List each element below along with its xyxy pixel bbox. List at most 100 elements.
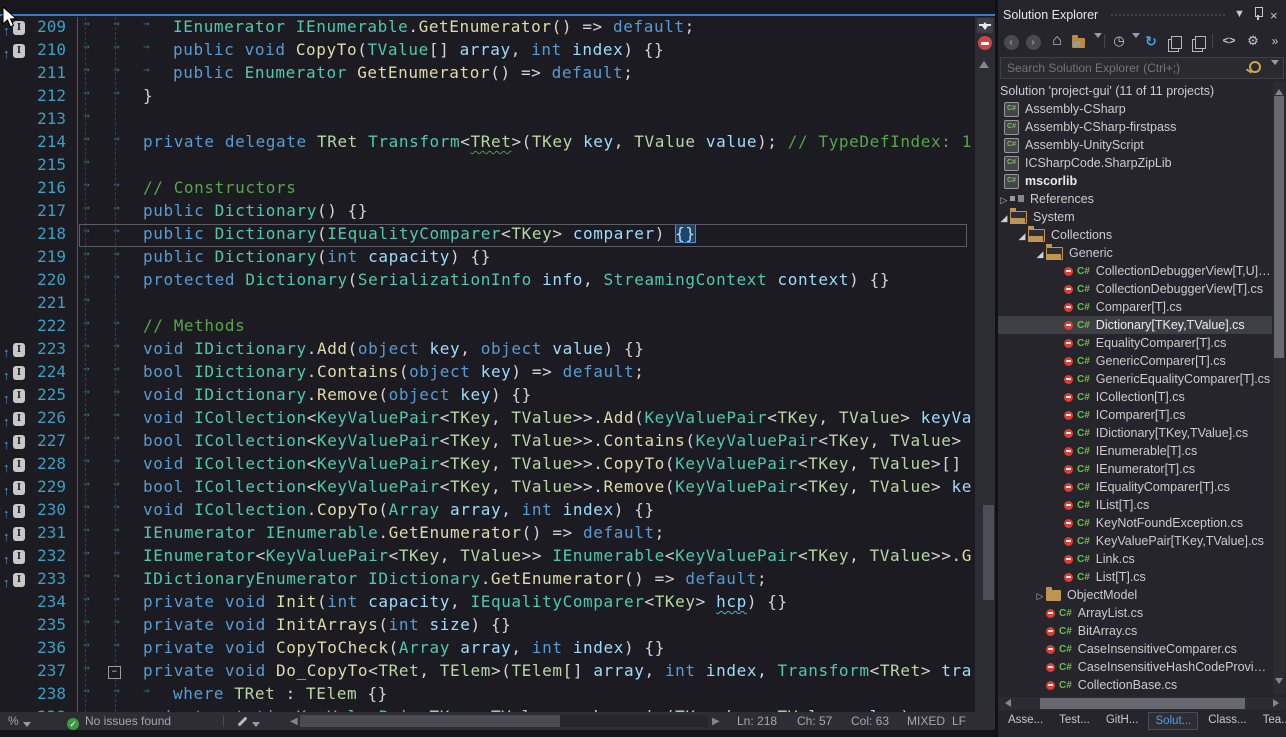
code-line[interactable]: ↑I223→→void IDictionary.Add(object key, … — [0, 339, 975, 362]
override-indicator-icon[interactable]: ↑I — [0, 40, 30, 63]
hscroll-right-button[interactable]: ▶ — [712, 713, 720, 731]
vertical-scrollbar-thumb[interactable] — [983, 505, 994, 600]
override-indicator-icon[interactable]: ↑I — [0, 500, 30, 523]
override-indicator-icon[interactable]: ↑I — [0, 569, 30, 592]
override-indicator-icon[interactable]: ↑I — [0, 339, 30, 362]
tree-scroll-down-icon[interactable] — [1275, 678, 1283, 688]
tree-item-dictionary-tkey-tvalue-cs[interactable]: C#Dictionary[TKey,TValue].cs — [998, 316, 1272, 334]
panel-tab-asse[interactable]: Asse... — [1002, 712, 1049, 730]
forward-button[interactable]: › — [1024, 32, 1042, 50]
tree-item-comparer-t-cs[interactable]: C#Comparer[T].cs — [998, 298, 1272, 316]
tree-item-solution-project-gui-11-of-11-projects-[interactable]: Solution 'project-gui' (11 of 11 project… — [998, 82, 1272, 100]
collapse-all-button[interactable] — [1165, 32, 1183, 50]
code-line[interactable]: ↑I233→→IDictionaryEnumerator IDictionary… — [0, 569, 975, 592]
panel-tab-solut[interactable]: Solut... — [1148, 712, 1198, 730]
code-line[interactable]: ↑I228→→void ICollection<KeyValuePair<TKe… — [0, 454, 975, 477]
back-button[interactable]: ‹ — [1002, 32, 1020, 50]
tree-item-collectiondebuggerview-t-u-cs[interactable]: C#CollectionDebuggerView[T,U].cs — [998, 262, 1272, 280]
panel-tab-test[interactable]: Test... — [1053, 712, 1096, 730]
tree-item-keynotfoundexception-cs[interactable]: C#KeyNotFoundException.cs — [998, 514, 1272, 532]
code-line[interactable]: −237→→private void Do_CopyTo<TRet, TElem… — [0, 661, 975, 684]
tree-item-assembly-unityscript[interactable]: C#Assembly-UnityScript — [998, 136, 1272, 154]
tree-horizontal-scrollbar[interactable] — [998, 697, 1286, 710]
code-editor[interactable]: ↑I209→→→IEnumerator IEnumerable.GetEnume… — [0, 0, 995, 712]
pending-changes-filter-button[interactable]: ◷ — [1110, 32, 1128, 50]
search-options-caret-icon[interactable] — [1271, 60, 1279, 69]
code-cleanup-control[interactable] — [237, 712, 260, 730]
tree-item-keyvaluepair-tkey-tvalue-cs[interactable]: C#KeyValuePair[TKey,TValue].cs — [998, 532, 1272, 550]
code-line[interactable]: ↑I209→→→IEnumerator IEnumerable.GetEnume… — [0, 17, 975, 40]
override-indicator-icon[interactable]: ↑I — [0, 385, 30, 408]
tree-scroll-up-icon[interactable] — [1275, 85, 1283, 95]
tree-item-references[interactable]: ▷References — [998, 190, 1272, 208]
search-icon[interactable] — [1249, 61, 1261, 73]
code-line[interactable]: 234→→private void Init(int capacity, IEq… — [0, 592, 975, 615]
tree-item-assembly-csharp-firstpass[interactable]: C#Assembly-CSharp-firstpass — [998, 118, 1272, 136]
tree-vscroll-thumb[interactable] — [1274, 96, 1284, 358]
switch-views-caret-icon[interactable] — [1094, 33, 1102, 42]
code-line[interactable]: 238→→→where TRet : TElem {} — [0, 684, 975, 707]
override-indicator-icon[interactable]: ↑I — [0, 17, 30, 40]
code-line[interactable]: ↑I227→→bool ICollection<KeyValuePair<TKe… — [0, 431, 975, 454]
code-line[interactable]: 212→→} — [0, 86, 975, 109]
tree-item-genericequalitycomparer-t-cs[interactable]: C#GenericEqualityComparer[T].cs — [998, 370, 1272, 388]
tree-item-caseinsensitivecomparer-cs[interactable]: C#CaseInsensitiveComparer.cs — [998, 640, 1272, 658]
collapsed-arrow-icon[interactable]: ▷ — [1034, 586, 1046, 605]
tree-item-arraylist-cs[interactable]: C#ArrayList.cs — [998, 604, 1272, 622]
override-indicator-icon[interactable]: ↑I — [0, 408, 30, 431]
close-icon[interactable]: × — [1270, 8, 1278, 23]
override-indicator-icon[interactable]: ↑I — [0, 523, 30, 546]
hscroll-left-button[interactable]: ◀ — [290, 713, 298, 731]
code-line[interactable]: ↑I226→→void ICollection<KeyValuePair<TKe… — [0, 408, 975, 431]
tree-item-bitarray-cs[interactable]: C#BitArray.cs — [998, 622, 1272, 640]
override-indicator-icon[interactable]: ↑I — [0, 454, 30, 477]
collapsed-arrow-icon[interactable]: ▷ — [998, 190, 1010, 209]
horizontal-scrollbar[interactable] — [300, 715, 708, 727]
tree-item-icollection-t-cs[interactable]: C#ICollection[T].cs — [998, 388, 1272, 406]
code-line[interactable]: 236→→private void CopyToCheck(Array arra… — [0, 638, 975, 661]
override-indicator-icon[interactable]: ↑I — [0, 546, 30, 569]
search-box[interactable] — [1000, 57, 1284, 79]
refresh-button[interactable]: ↻ — [1142, 32, 1160, 50]
issues-indicator[interactable]: ✓No issues found — [67, 712, 171, 730]
search-input[interactable] — [1005, 59, 1239, 77]
tree-scroll-left-icon[interactable] — [1001, 699, 1011, 707]
panel-tab-gith[interactable]: GitH... — [1100, 712, 1145, 730]
code-line[interactable]: ↑I224→→bool IDictionary.Contains(object … — [0, 362, 975, 385]
code-line[interactable]: 221→ — [0, 293, 975, 316]
override-indicator-icon[interactable]: ↑I — [0, 362, 30, 385]
tree-item-generic[interactable]: ◢Generic — [998, 244, 1272, 262]
expanded-arrow-icon[interactable]: ◢ — [1034, 244, 1046, 263]
tree-item-iequalitycomparer-t-cs[interactable]: C#IEqualityComparer[T].cs — [998, 478, 1272, 496]
override-indicator-icon[interactable]: ↑I — [0, 477, 30, 500]
tree-item-ienumerable-t-cs[interactable]: C#IEnumerable[T].cs — [998, 442, 1272, 460]
horizontal-scrollbar-thumb[interactable] — [300, 715, 560, 727]
tree-item-collectionbase-cs[interactable]: C#CollectionBase.cs — [998, 676, 1272, 694]
switch-views-button[interactable] — [1070, 32, 1088, 50]
expanded-arrow-icon[interactable]: ◢ — [1016, 226, 1028, 245]
panel-tab-class[interactable]: Class... — [1202, 712, 1252, 730]
code-line[interactable]: 219→→public Dictionary(int capacity) {} — [0, 247, 975, 270]
collapse-box-icon[interactable]: − — [0, 661, 30, 684]
code-line[interactable]: ↑I231→→IEnumerator IEnumerable.GetEnumer… — [0, 523, 975, 546]
code-line[interactable]: 217→→public Dictionary() {} — [0, 201, 975, 224]
tree-item-objectmodel[interactable]: ▷ObjectModel — [998, 586, 1272, 604]
code-line[interactable]: 235→→private void InitArrays(int size) {… — [0, 615, 975, 638]
window-position-caret-icon[interactable]: ▼ — [1234, 8, 1245, 20]
override-indicator-icon[interactable]: ↑I — [0, 431, 30, 454]
code-line[interactable]: ↑I229→→bool ICollection<KeyValuePair<TKe… — [0, 477, 975, 500]
tree-item-system[interactable]: ◢System — [998, 208, 1272, 226]
tree-item-ienumerator-t-cs[interactable]: C#IEnumerator[T].cs — [998, 460, 1272, 478]
solution-explorer-titlebar[interactable]: Solution Explorer ▼ × — [998, 0, 1286, 28]
tree-item-collectiondebuggerview-t-cs[interactable]: C#CollectionDebuggerView[T].cs — [998, 280, 1272, 298]
code-line[interactable]: 215→ — [0, 155, 975, 178]
code-line[interactable]: ↑I230→→void ICollection.CopyTo(Array arr… — [0, 500, 975, 523]
code-line[interactable]: 211→→→public Enumerator GetEnumerator() … — [0, 63, 975, 86]
tree-item-icomparer-t-cs[interactable]: C#IComparer[T].cs — [998, 406, 1272, 424]
tree-item-genericcomparer-t-cs[interactable]: C#GenericComparer[T].cs — [998, 352, 1272, 370]
code-line[interactable]: ↑I210→→→public void CopyTo(TValue[] arra… — [0, 40, 975, 63]
tree-item-assembly-csharp[interactable]: C#Assembly-CSharp — [998, 100, 1272, 118]
tree-item-link-cs[interactable]: C#Link.cs — [998, 550, 1272, 568]
toolbar-overflow-button[interactable]: » — [1266, 32, 1284, 50]
scroll-up-button[interactable] — [979, 56, 989, 68]
